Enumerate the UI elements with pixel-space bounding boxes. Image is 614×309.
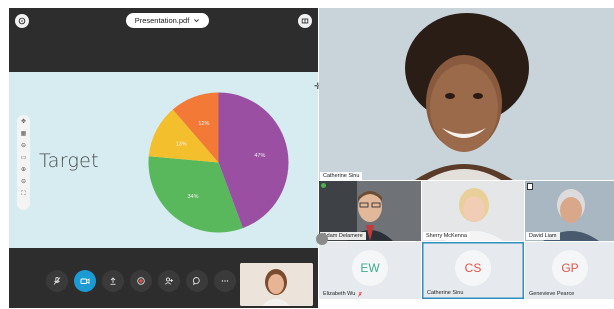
participant-name: David Liam	[526, 232, 560, 240]
call-controls-bar	[46, 270, 236, 292]
participant-name: Genevieve Pearce	[529, 291, 575, 297]
mute-button[interactable]	[46, 270, 68, 292]
main-speaker-name: Catherine Sinu	[320, 172, 363, 180]
info-button[interactable]	[15, 14, 29, 28]
main-speaker-video[interactable]: Catherine Sinu	[319, 8, 614, 180]
presentation-slide: ✥ ▦ ⊖ ▭ ⊕ ⊖ ⛶ Target 47% 34% 13% 12%	[9, 72, 318, 248]
mic-off-icon	[53, 277, 61, 285]
pan-tool-icon[interactable]: ✥	[21, 118, 26, 127]
chat-icon	[192, 277, 200, 286]
layout-icon	[301, 18, 309, 24]
fullscreen-icon[interactable]: ⛶	[21, 190, 25, 199]
more-icon	[221, 280, 229, 282]
camera-icon	[80, 278, 90, 285]
main-speaker-photo	[319, 8, 614, 180]
participant-name: Catherine Sinu	[427, 290, 464, 296]
upload-icon	[110, 277, 116, 285]
participant-name: Sherry McKenna	[423, 232, 470, 240]
person-add-icon	[164, 277, 173, 285]
file-selector[interactable]: Presentation.pdf	[126, 13, 209, 28]
info-icon	[18, 17, 26, 25]
camera-button[interactable]	[74, 270, 96, 292]
avatar-tile-gp[interactable]: GP Genevieve Pearce	[525, 242, 614, 299]
share-button[interactable]	[102, 270, 124, 292]
record-button[interactable]	[130, 270, 152, 292]
chat-button[interactable]	[186, 270, 208, 292]
slide-title: Target	[39, 150, 99, 172]
pie-chart: 47% 34% 13% 12%	[148, 92, 289, 233]
avatar-tile-cs[interactable]: CS Catherine Sinu	[422, 242, 524, 299]
pie-label-2: 13%	[176, 141, 187, 147]
video-tile-sherry[interactable]: Sherry McKenna	[422, 181, 524, 241]
avatar: CS	[455, 250, 491, 286]
fit-tool-icon[interactable]: ▭	[21, 154, 27, 163]
layout-toggle-button[interactable]	[298, 14, 312, 28]
more-button[interactable]	[214, 270, 236, 292]
active-speaker-dot	[321, 183, 326, 188]
device-icon	[527, 183, 533, 190]
chevron-down-icon	[194, 19, 200, 23]
pie-label-1: 34%	[188, 194, 199, 200]
avatar: EW	[352, 250, 388, 286]
self-view-photo	[240, 263, 313, 306]
grid-tool-icon[interactable]: ▦	[21, 130, 27, 139]
shared-screen-panel: Presentation.pdf ✥ ▦ ⊖ ▭ ⊕ ⊖ ⛶ Target 47…	[9, 8, 318, 308]
participant-name: Elizabeth Wu	[323, 291, 356, 297]
pie-label-0: 47%	[254, 153, 265, 159]
avatar-tile-ew[interactable]: EW Elizabeth Wu	[319, 242, 421, 299]
zoom-reset-icon[interactable]: ⊖	[21, 142, 26, 151]
pie-label-3: 12%	[198, 121, 209, 127]
zoom-toolbar: ✥ ▦ ⊖ ▭ ⊕ ⊖ ⛶	[17, 115, 30, 210]
zoom-in-icon[interactable]: ⊕	[21, 166, 26, 175]
avatar: GP	[552, 250, 588, 286]
zoom-out-icon[interactable]: ⊖	[21, 178, 26, 187]
mic-off-icon	[357, 292, 363, 297]
record-icon	[137, 277, 145, 285]
self-view-video[interactable]	[240, 263, 313, 306]
file-name: Presentation.pdf	[134, 16, 190, 25]
participants-button[interactable]	[158, 270, 180, 292]
panel-scroll-handle[interactable]	[316, 233, 328, 245]
video-tile-david[interactable]: David Liam	[525, 181, 614, 241]
video-tile-adam[interactable]: Adam Delamere	[319, 181, 421, 241]
